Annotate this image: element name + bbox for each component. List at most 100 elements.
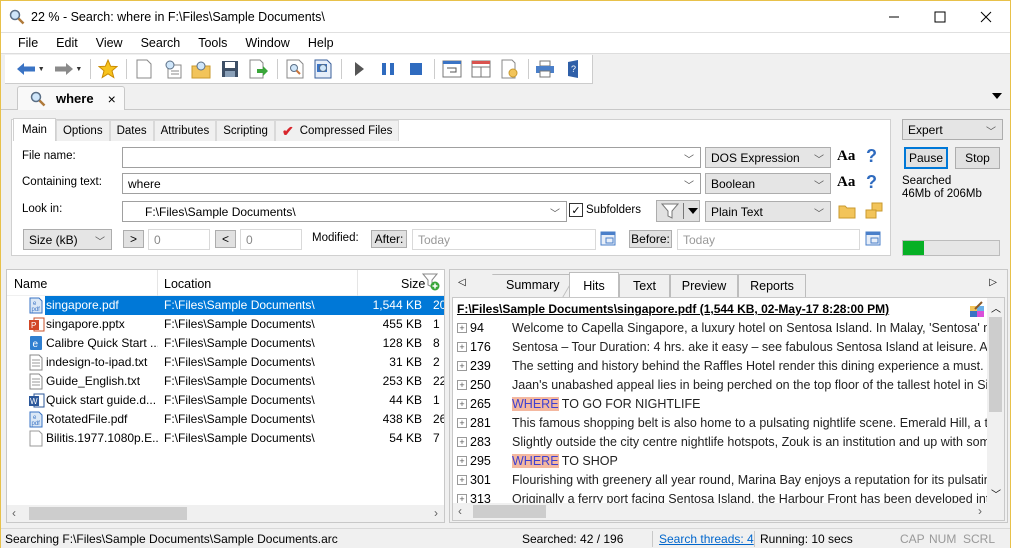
menu-tools[interactable]: Tools: [198, 36, 227, 50]
file-name-input[interactable]: ﹀: [122, 147, 701, 168]
scroll-right-icon[interactable]: ›: [434, 506, 438, 520]
filter-dropdown-button[interactable]: [656, 200, 700, 222]
open-search-icon[interactable]: [191, 58, 213, 80]
hits-file-header[interactable]: F:\Files\Sample Documents\singapore.pdf …: [457, 302, 889, 316]
search-tab-where[interactable]: where ×: [17, 86, 125, 110]
back-icon[interactable]: [15, 58, 37, 80]
new-search-icon[interactable]: [162, 58, 184, 80]
after-date-input[interactable]: Today: [412, 229, 596, 250]
save-icon[interactable]: [219, 58, 241, 80]
expand-icon[interactable]: +: [457, 456, 467, 466]
add-filter-icon[interactable]: [421, 273, 440, 294]
size-max-input[interactable]: 0: [240, 229, 302, 250]
help-book-icon[interactable]: ?: [563, 58, 585, 80]
hit-row[interactable]: +281 This famous shopping belt is also ho…: [457, 415, 987, 434]
scroll-thumb[interactable]: [29, 507, 187, 520]
hit-row[interactable]: +94 Welcome to Capella Singapore, a luxur…: [457, 320, 987, 339]
expand-icon[interactable]: +: [457, 342, 467, 352]
tab-options[interactable]: Options: [55, 120, 110, 141]
scroll-left-icon[interactable]: ‹: [12, 506, 16, 520]
chevron-down-icon[interactable]: ﹀: [684, 177, 694, 192]
mode-select[interactable]: Expert ﹀: [902, 119, 1003, 140]
tabs-scroll-left-icon[interactable]: ◁: [458, 277, 466, 288]
highlight-colors-icon[interactable]: [969, 301, 986, 321]
file-type-select[interactable]: Plain Text ﹀: [705, 201, 831, 222]
help-icon[interactable]: ?: [866, 172, 877, 193]
expand-icon[interactable]: +: [457, 399, 467, 409]
expand-icon[interactable]: +: [457, 380, 467, 390]
menu-help[interactable]: Help: [308, 36, 334, 50]
less-than-button[interactable]: <: [215, 230, 236, 248]
scroll-up-icon[interactable]: ︿: [991, 300, 1001, 315]
before-date-input[interactable]: Today: [677, 229, 860, 250]
chevron-down-icon[interactable]: ﹀: [684, 151, 694, 166]
help-icon[interactable]: ?: [866, 146, 877, 167]
match-case-icon[interactable]: Aa: [837, 148, 855, 165]
hit-row[interactable]: +265 WHERE TO GO FOR NIGHTLIFE: [457, 396, 987, 415]
tabs-scroll-right-icon[interactable]: ▷: [989, 277, 997, 288]
search-file-icon[interactable]: [284, 58, 306, 80]
search-preview-icon[interactable]: [312, 58, 334, 80]
column-separator[interactable]: [357, 270, 358, 296]
file-row[interactable]: pdf e RotatedFile.pdf F:\Files\Sample Docum…: [7, 410, 444, 429]
browse-multiple-folders-icon[interactable]: [865, 202, 883, 220]
column-separator[interactable]: [157, 270, 158, 296]
before-button[interactable]: Before:: [629, 230, 672, 248]
expand-icon[interactable]: +: [457, 437, 467, 447]
column-header-location[interactable]: Location: [164, 277, 211, 291]
tab-summary[interactable]: Summary: [506, 278, 559, 292]
forward-icon[interactable]: [53, 58, 75, 80]
scroll-thumb[interactable]: [989, 317, 1002, 412]
close-tab-icon[interactable]: ×: [108, 91, 116, 107]
tab-scripting[interactable]: Scripting: [216, 120, 275, 141]
hits-vscrollbar[interactable]: ︿ ﹀: [987, 298, 1004, 503]
menu-view[interactable]: View: [96, 36, 123, 50]
window-icon[interactable]: [470, 58, 492, 80]
file-row[interactable]: e Calibre Quick Start ... F:\Files\Sample …: [7, 334, 444, 353]
file-row[interactable]: Guide_English.txt F:\Files\Sample Documen…: [7, 372, 444, 391]
stop-icon[interactable]: [406, 58, 428, 80]
greater-than-button[interactable]: >: [123, 230, 144, 248]
look-in-input[interactable]: F:\Files\Sample Documents\ ﹀: [122, 201, 567, 222]
hit-row[interactable]: +239 The setting and history behind the R…: [457, 358, 987, 377]
forward-dropdown-icon[interactable]: ▼: [75, 66, 82, 73]
file-list-hscrollbar[interactable]: ‹ ›: [7, 505, 444, 522]
print-icon[interactable]: [535, 58, 557, 80]
scroll-left-icon[interactable]: ‹: [458, 504, 462, 518]
tab-main[interactable]: Main: [13, 118, 56, 141]
export-icon[interactable]: [248, 58, 270, 80]
file-row[interactable]: Bilitis.1977.1080p.E... F:\Files\Sample D…: [7, 429, 444, 448]
scroll-thumb[interactable]: [473, 505, 546, 518]
containing-text-mode-select[interactable]: Boolean ﹀: [705, 173, 831, 194]
expand-icon[interactable]: +: [457, 475, 467, 485]
size-filter-select[interactable]: Size (kB) ﹀: [23, 229, 112, 250]
tab-compressed-files[interactable]: ✔ Compressed Files: [274, 120, 400, 141]
menu-file[interactable]: File: [18, 36, 38, 50]
hit-row[interactable]: +283 Slightly outside the city centre nig…: [457, 434, 987, 453]
containing-text-input[interactable]: where ﹀: [122, 173, 701, 194]
maximize-button[interactable]: [917, 1, 963, 32]
stop-button[interactable]: Stop: [955, 147, 1000, 169]
expand-icon[interactable]: +: [457, 418, 467, 428]
file-row[interactable]: pdf e singapore.pdf F:\Files\Sample Documen…: [7, 296, 444, 315]
hits-hscrollbar[interactable]: ‹ ›: [453, 503, 1004, 520]
tab-list-dropdown-icon[interactable]: [992, 93, 1002, 99]
tab-hits[interactable]: Hits: [569, 272, 619, 298]
after-button[interactable]: After:: [371, 230, 407, 248]
tab-attributes[interactable]: Attributes: [153, 120, 217, 141]
match-case-icon[interactable]: Aa: [837, 174, 855, 191]
tab-text[interactable]: Text: [619, 274, 670, 297]
scroll-right-icon[interactable]: ›: [978, 504, 982, 518]
menu-search[interactable]: Search: [141, 36, 181, 50]
file-name-mode-select[interactable]: DOS Expression ﹀: [705, 147, 831, 168]
expand-icon[interactable]: +: [457, 323, 467, 333]
hit-row[interactable]: +250 Jaan's unabashed appeal lies in bein…: [457, 377, 987, 396]
expand-icon[interactable]: +: [457, 361, 467, 371]
layout-icon[interactable]: [441, 58, 463, 80]
search-threads-link[interactable]: Search threads: 4: [659, 532, 754, 546]
hit-row[interactable]: +295 WHERE TO SHOP: [457, 453, 987, 472]
hit-row[interactable]: +176 Sentosa – Tour Duration: 4 hrs. ake …: [457, 339, 987, 358]
column-header-name[interactable]: Name: [14, 277, 47, 291]
file-row[interactable]: W Quick start guide.d... F:\Files\Sample D…: [7, 391, 444, 410]
hit-row[interactable]: +301 Flourishing with greenery all year r…: [457, 472, 987, 491]
